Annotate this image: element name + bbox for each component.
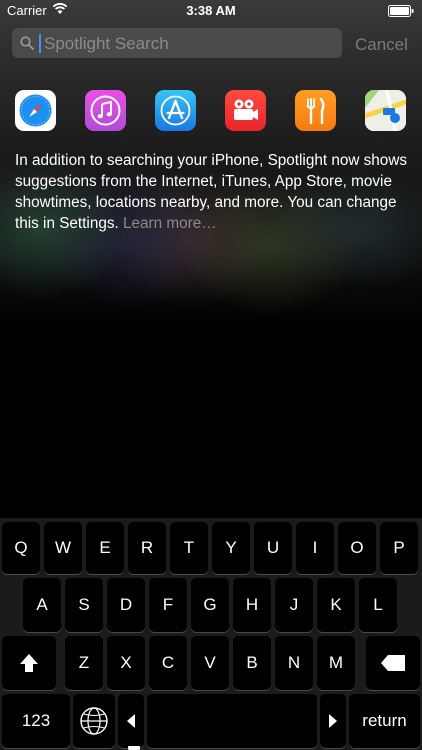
key-t[interactable]: T	[170, 522, 208, 574]
key-p[interactable]: P	[380, 522, 418, 574]
key-u[interactable]: U	[254, 522, 292, 574]
search-icon	[20, 36, 34, 55]
cancel-button[interactable]: Cancel	[355, 35, 408, 55]
key-b[interactable]: B	[233, 636, 271, 690]
key-g[interactable]: G	[191, 578, 229, 632]
maps-icon[interactable]	[365, 90, 406, 131]
key-v[interactable]: V	[191, 636, 229, 690]
videos-icon[interactable]	[225, 90, 266, 131]
numbers-key[interactable]: 123	[2, 694, 70, 748]
globe-key[interactable]	[73, 694, 115, 748]
music-icon[interactable]	[85, 90, 126, 131]
battery-icon	[388, 5, 414, 20]
shift-arrow-icon	[20, 654, 38, 672]
key-c[interactable]: C	[149, 636, 187, 690]
delete-key[interactable]	[366, 636, 420, 690]
key-e[interactable]: E	[86, 522, 124, 574]
clock: 3:38 AM	[186, 3, 236, 18]
text-cursor	[39, 34, 41, 53]
shift-key[interactable]	[2, 636, 56, 690]
key-d[interactable]: D	[107, 578, 145, 632]
search-bar: Cancel	[0, 22, 422, 66]
key-q[interactable]: Q	[2, 522, 40, 574]
cursor-right-key[interactable]	[320, 694, 346, 748]
globe-icon	[80, 707, 108, 735]
search-field[interactable]	[12, 28, 342, 58]
backspace-icon	[381, 655, 405, 671]
key-w[interactable]: W	[44, 522, 82, 574]
key-x[interactable]: X	[107, 636, 145, 690]
key-y[interactable]: Y	[212, 522, 250, 574]
key-i[interactable]: I	[296, 522, 334, 574]
keyboard: Q W E R T Y U I O P A S D F G H J K L Z …	[0, 518, 422, 750]
cursor-left-key[interactable]	[118, 694, 144, 748]
key-n[interactable]: N	[275, 636, 313, 690]
key-m[interactable]: M	[317, 636, 355, 690]
search-input[interactable]	[42, 30, 336, 58]
key-z[interactable]: Z	[65, 636, 103, 690]
status-bar: Carrier 3:38 AM	[0, 0, 422, 22]
return-key[interactable]: return	[349, 694, 420, 748]
triangle-left-icon	[127, 714, 135, 728]
triangle-right-icon	[329, 714, 337, 728]
app-store-icon[interactable]	[155, 90, 196, 131]
key-h[interactable]: H	[233, 578, 271, 632]
space-indicator	[128, 746, 140, 750]
key-f[interactable]: F	[149, 578, 187, 632]
key-o[interactable]: O	[338, 522, 376, 574]
key-a[interactable]: A	[23, 578, 61, 632]
learn-more-link[interactable]: Learn more…	[123, 215, 217, 232]
food-icon[interactable]	[295, 90, 336, 131]
key-j[interactable]: J	[275, 578, 313, 632]
key-r[interactable]: R	[128, 522, 166, 574]
key-l[interactable]: L	[359, 578, 397, 632]
suggested-apps	[0, 90, 422, 134]
spotlight-info-text: In addition to searching your iPhone, Sp…	[15, 150, 415, 234]
key-s[interactable]: S	[65, 578, 103, 632]
space-bar[interactable]	[147, 694, 317, 748]
key-k[interactable]: K	[317, 578, 355, 632]
safari-icon[interactable]	[15, 90, 56, 131]
